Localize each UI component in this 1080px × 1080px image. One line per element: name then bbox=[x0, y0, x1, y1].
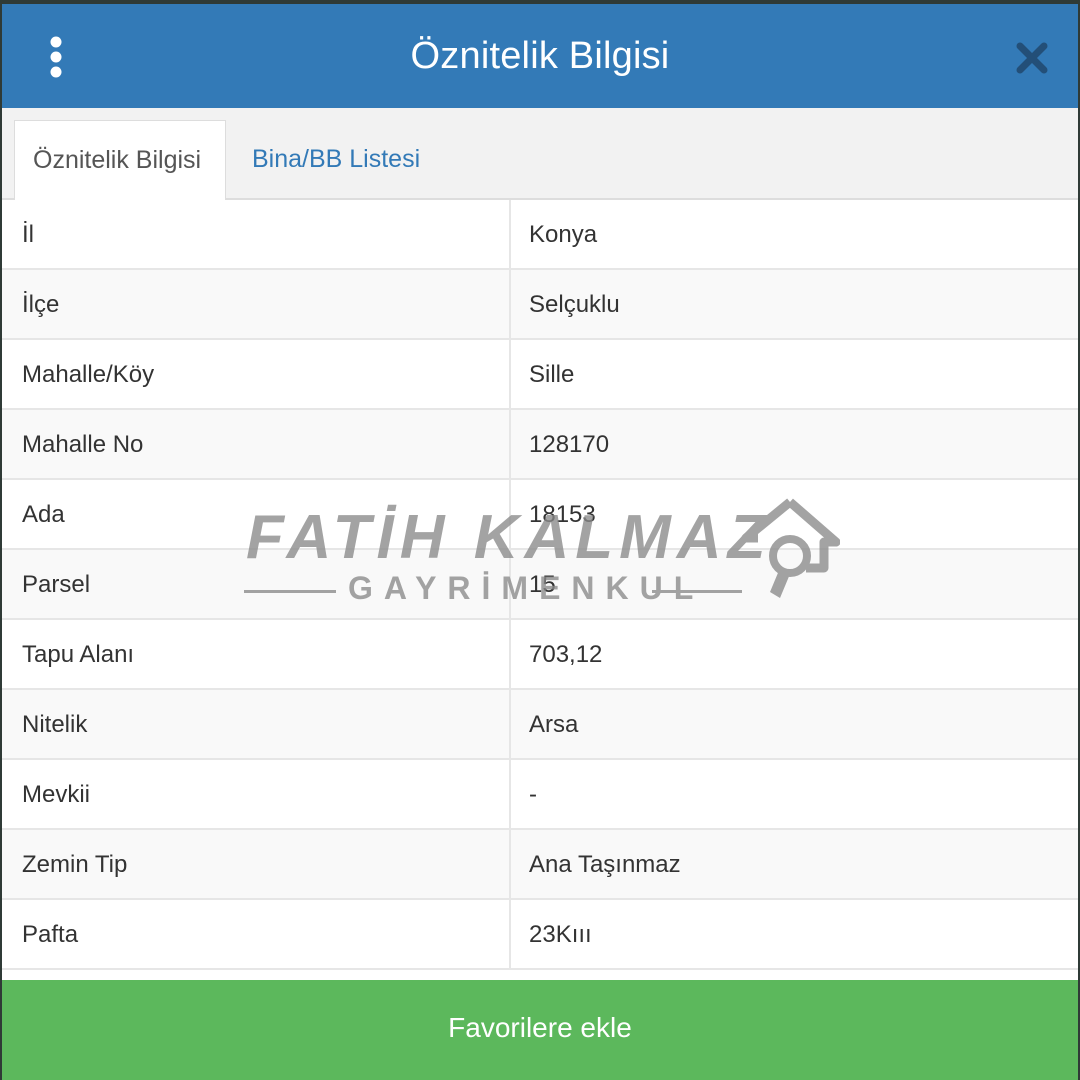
row-label: Ada bbox=[22, 501, 65, 528]
dialog-title: Öznitelik Bilgisi bbox=[410, 35, 670, 77]
table-row: Ada 18153 bbox=[2, 480, 1078, 550]
table-row: Nitelik Arsa bbox=[2, 690, 1078, 760]
table-row: İl Konya bbox=[2, 200, 1078, 270]
row-value: 15 bbox=[529, 571, 556, 598]
column-divider bbox=[509, 690, 511, 760]
add-to-favorites-button[interactable]: Favorilere ekle bbox=[2, 980, 1078, 1080]
column-divider bbox=[509, 340, 511, 410]
column-divider bbox=[509, 830, 511, 900]
row-value: Arsa bbox=[529, 711, 579, 738]
row-value: 18153 bbox=[529, 501, 596, 528]
table-row: Tapu Alanı 703,12 bbox=[2, 620, 1078, 690]
row-value: 23Kııı bbox=[529, 921, 592, 948]
row-label: İl bbox=[22, 221, 34, 248]
row-value: Selçuklu bbox=[529, 291, 620, 318]
row-value: Sille bbox=[529, 361, 575, 388]
table-row: Mahalle/Köy Sille bbox=[2, 340, 1078, 410]
column-divider bbox=[509, 900, 511, 970]
column-divider bbox=[509, 480, 511, 550]
row-label: Mevkii bbox=[22, 781, 91, 808]
table-row: Parsel 15 bbox=[2, 550, 1078, 620]
row-label: Pafta bbox=[22, 921, 79, 948]
column-divider bbox=[509, 760, 511, 830]
table-row: Zemin Tip Ana Taşınmaz bbox=[2, 830, 1078, 900]
row-label: İlçe bbox=[22, 291, 60, 318]
row-label: Tapu Alanı bbox=[22, 641, 135, 668]
column-divider bbox=[509, 200, 511, 270]
row-label: Nitelik bbox=[22, 711, 88, 738]
row-value: - bbox=[529, 781, 537, 808]
attribute-table: İl Konya İlçe Selçuklu Mahalle/Köy Sille… bbox=[2, 200, 1078, 970]
attribute-info-dialog: Öznitelik Bilgisi Öznitelik Bilgisi Bina… bbox=[2, 4, 1078, 1080]
table-row: Mahalle No 128170 bbox=[2, 410, 1078, 480]
tab-attribute-info[interactable]: Öznitelik Bilgisi bbox=[14, 120, 226, 200]
column-divider bbox=[509, 410, 511, 480]
row-label: Mahalle/Köy bbox=[22, 361, 155, 388]
row-value: 703,12 bbox=[529, 641, 603, 668]
row-value: Konya bbox=[529, 221, 598, 248]
column-divider bbox=[509, 270, 511, 340]
row-label: Parsel bbox=[22, 571, 91, 598]
tab-building-list[interactable]: Bina/BB Listesi bbox=[234, 120, 438, 198]
column-divider bbox=[509, 550, 511, 620]
column-divider bbox=[509, 620, 511, 690]
dialog-header: Öznitelik Bilgisi bbox=[2, 4, 1078, 108]
row-label: Mahalle No bbox=[22, 431, 144, 458]
tab-bar: Öznitelik Bilgisi Bina/BB Listesi bbox=[2, 108, 1078, 200]
row-value: Ana Taşınmaz bbox=[529, 851, 681, 878]
row-value: 128170 bbox=[529, 431, 610, 458]
close-button[interactable] bbox=[1014, 40, 1050, 76]
table-row: Mevkii - bbox=[2, 760, 1078, 830]
table-row: İlçe Selçuklu bbox=[2, 270, 1078, 340]
table-row: Pafta 23Kııı bbox=[2, 900, 1078, 970]
close-icon bbox=[1016, 42, 1048, 74]
row-label: Zemin Tip bbox=[22, 851, 128, 878]
